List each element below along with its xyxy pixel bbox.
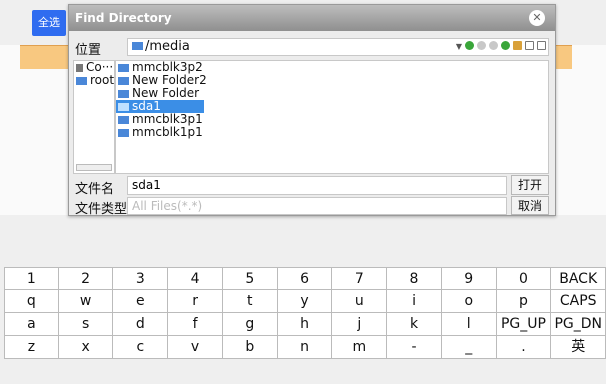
folder-icon	[118, 128, 129, 137]
page-down-key[interactable]: PG_DN	[551, 313, 606, 336]
folder-icon	[118, 115, 129, 124]
key[interactable]: r	[168, 290, 223, 313]
key[interactable]: h	[277, 313, 333, 336]
caps-key[interactable]: CAPS	[551, 290, 606, 313]
key[interactable]: 2	[58, 267, 114, 290]
keyboard-row: 1 2 3 4 5 6 7 8 9 0 BACK	[4, 267, 606, 290]
key[interactable]: v	[168, 336, 223, 359]
screen: { "select_all_label":"全选", "dialog":{ "t…	[0, 0, 606, 384]
folder-icon	[118, 89, 129, 98]
path-combobox[interactable]: /media ▼	[127, 38, 549, 56]
sidebar-item-root[interactable]: root	[74, 74, 114, 87]
open-button[interactable]: 打开	[511, 175, 549, 195]
sidebar-pane: Co··· root	[73, 60, 115, 174]
folder-icon	[132, 42, 143, 50]
folder-icon	[118, 76, 129, 85]
file-label: mmcblk1p1	[132, 125, 203, 139]
key[interactable]: x	[58, 336, 114, 359]
key[interactable]: w	[58, 290, 114, 313]
folder-icon	[118, 102, 129, 111]
keyboard-row: a s d f g h j k l PG_UP PG_DN	[4, 313, 606, 336]
key[interactable]: t	[222, 290, 278, 313]
list-item[interactable]: mmcblk1p1	[116, 126, 548, 139]
find-directory-dialog: Find Directory ✕ 位置 /media ▼ Co··· root …	[68, 4, 556, 217]
key[interactable]: 9	[441, 267, 497, 290]
list-view-icon[interactable]	[525, 41, 534, 50]
keyboard-row: z x c v b n m - _ . 英	[4, 336, 606, 359]
up-icon[interactable]	[489, 41, 498, 50]
computer-icon	[76, 63, 83, 72]
key[interactable]: n	[277, 336, 333, 359]
key[interactable]: l	[441, 313, 497, 336]
key[interactable]: k	[387, 313, 442, 336]
language-key[interactable]: 英	[551, 336, 606, 359]
refresh-icon[interactable]	[501, 41, 510, 50]
key[interactable]: .	[496, 336, 552, 359]
key[interactable]: a	[4, 313, 59, 336]
key[interactable]: j	[332, 313, 388, 336]
key[interactable]: 1	[4, 267, 59, 290]
detail-view-icon[interactable]	[537, 41, 546, 50]
filename-input[interactable]: sda1	[127, 176, 507, 195]
key[interactable]: m	[332, 336, 388, 359]
dialog-title: Find Directory	[75, 11, 172, 25]
chevron-down-icon[interactable]: ▼	[456, 39, 462, 55]
bottom-strip	[0, 361, 606, 384]
toolbar	[465, 41, 546, 50]
key[interactable]: z	[4, 336, 59, 359]
filetype-select[interactable]: All Files(*.*)	[127, 197, 507, 215]
key[interactable]: 8	[387, 267, 442, 290]
key[interactable]: g	[222, 313, 278, 336]
dialog-titlebar: Find Directory ✕	[69, 5, 555, 31]
key[interactable]: y	[277, 290, 333, 313]
key[interactable]: b	[222, 336, 278, 359]
folder-icon	[118, 63, 129, 72]
key[interactable]: q	[4, 290, 59, 313]
key[interactable]: 5	[222, 267, 278, 290]
key[interactable]: o	[441, 290, 497, 313]
key[interactable]: e	[113, 290, 169, 313]
location-label: 位置	[75, 43, 102, 58]
forward-icon[interactable]	[477, 41, 486, 50]
new-folder-icon[interactable]	[513, 41, 522, 50]
path-value: /media	[145, 39, 190, 54]
backspace-key[interactable]: BACK	[551, 267, 606, 290]
back-icon[interactable]	[465, 41, 474, 50]
key[interactable]: p	[496, 290, 552, 313]
page-up-key[interactable]: PG_UP	[496, 313, 552, 336]
filename-label: 文件名	[75, 182, 115, 197]
key[interactable]: u	[332, 290, 388, 313]
key[interactable]: 7	[332, 267, 388, 290]
sidebar-item-label: root	[90, 73, 115, 87]
key[interactable]: 3	[113, 267, 169, 290]
close-icon[interactable]: ✕	[529, 10, 545, 26]
key[interactable]: c	[113, 336, 169, 359]
key[interactable]: d	[113, 313, 169, 336]
key[interactable]: s	[58, 313, 114, 336]
key[interactable]: -	[387, 336, 442, 359]
keyboard-row: q w e r t y u i o p CAPS	[4, 290, 606, 313]
cancel-button[interactable]: 取消	[511, 196, 549, 215]
key[interactable]: 0	[496, 267, 552, 290]
key[interactable]: 4	[168, 267, 223, 290]
key[interactable]: _	[441, 336, 497, 359]
list-item[interactable]: New Folder	[116, 87, 548, 100]
key[interactable]: i	[387, 290, 442, 313]
file-list: mmcblk3p2 New Folder2 New Folder sda1 mm…	[115, 60, 549, 174]
virtual-keyboard: 1 2 3 4 5 6 7 8 9 0 BACK q w e r t y u i…	[4, 267, 606, 359]
key[interactable]: 6	[277, 267, 333, 290]
filetype-label: 文件类型	[75, 202, 128, 217]
select-all-button[interactable]: 全选	[32, 10, 66, 36]
key[interactable]: f	[168, 313, 223, 336]
folder-icon	[76, 76, 87, 85]
horizontal-scrollbar[interactable]	[76, 164, 112, 171]
